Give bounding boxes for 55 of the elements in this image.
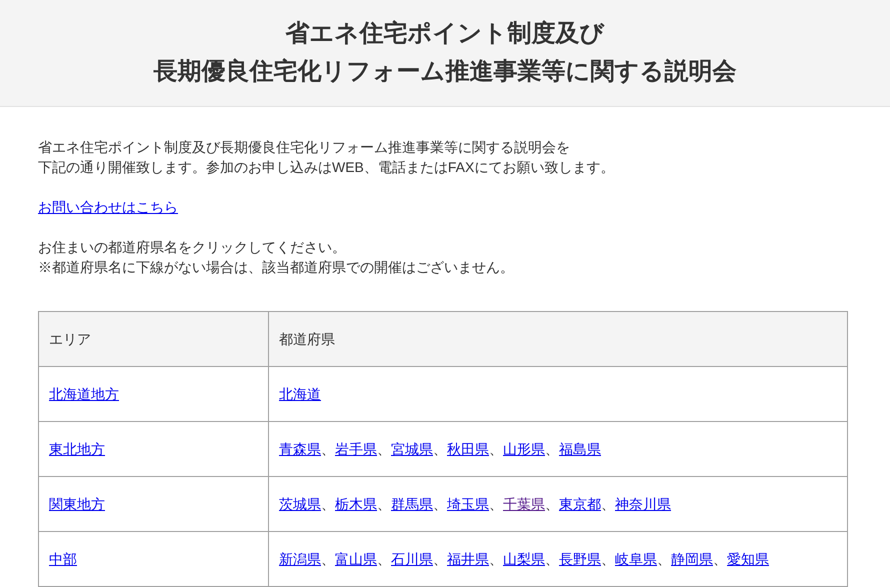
separator: 、 xyxy=(377,551,391,567)
page-title: 長期優良住宅化リフォーム推進事業等に関する説明会 xyxy=(154,57,736,87)
prefecture-link[interactable]: 福島県 xyxy=(559,441,601,457)
separator: 、 xyxy=(601,551,615,567)
area-link[interactable]: 関東地方 xyxy=(49,496,105,512)
prefecture-link[interactable]: 群馬県 xyxy=(391,496,433,512)
separator: 、 xyxy=(489,441,503,457)
prefecture-link[interactable]: 宮城県 xyxy=(391,441,433,457)
prefecture-link[interactable]: 石川県 xyxy=(391,551,433,567)
separator: 、 xyxy=(545,441,559,457)
prefecture-link[interactable]: 秋田県 xyxy=(447,441,489,457)
intro-text: 下記の通り開催致します。参加のお申し込みはWEB、電話またはFAXにてお願い致します。 xyxy=(38,158,616,177)
prefecture-link[interactable]: 山形県 xyxy=(503,441,545,457)
prefecture-link[interactable]: 神奈川県 xyxy=(615,496,671,512)
separator: 、 xyxy=(433,496,447,512)
prefecture-link[interactable]: 山梨県 xyxy=(503,551,545,567)
separator: 、 xyxy=(377,441,391,457)
page-title: 省エネ住宅ポイント制度及び xyxy=(286,19,604,49)
separator: 、 xyxy=(545,551,559,567)
separator: 、 xyxy=(321,496,335,512)
prefecture-link[interactable]: 青森県 xyxy=(279,441,321,457)
contact-link[interactable]: お問い合わせはこちら xyxy=(38,199,178,215)
area-link[interactable]: 東北地方 xyxy=(49,441,105,457)
separator: 、 xyxy=(433,551,447,567)
separator: 、 xyxy=(489,551,503,567)
separator: 、 xyxy=(601,496,615,512)
area-link[interactable]: 中部 xyxy=(49,551,77,567)
prefecture-link[interactable]: 埼玉県 xyxy=(447,496,489,512)
prefecture-link[interactable]: 長野県 xyxy=(559,551,601,567)
prefecture-link[interactable]: 新潟県 xyxy=(279,551,321,567)
column-header: エリア xyxy=(38,312,268,366)
column-header: 都道府県 xyxy=(268,312,848,366)
separator: 、 xyxy=(545,496,559,512)
separator: 、 xyxy=(321,551,335,567)
prefecture-link[interactable]: 栃木県 xyxy=(335,496,377,512)
separator: 、 xyxy=(489,496,503,512)
intro-text: 省エネ住宅ポイント制度及び長期優良住宅化リフォーム推進事業等に関する説明会を xyxy=(38,138,571,157)
separator: 、 xyxy=(433,441,447,457)
separator: 、 xyxy=(713,551,727,567)
prefecture-link[interactable]: 静岡県 xyxy=(671,551,713,567)
prefecture-link[interactable]: 東京都 xyxy=(559,496,601,512)
separator: 、 xyxy=(321,441,335,457)
prefecture-link[interactable]: 茨城県 xyxy=(279,496,321,512)
prefecture-link[interactable]: 福井県 xyxy=(447,551,489,567)
separator: 、 xyxy=(377,496,391,512)
area-link[interactable]: 北海道地方 xyxy=(49,386,119,402)
prefecture-link[interactable]: 富山県 xyxy=(335,551,377,567)
instruction-text: お住まいの都道府県名をクリックしてください。 xyxy=(38,238,347,257)
separator: 、 xyxy=(657,551,671,567)
prefecture-link[interactable]: 北海道 xyxy=(279,386,321,402)
prefecture-link[interactable]: 千葉県 xyxy=(503,496,545,512)
prefecture-link[interactable]: 愛知県 xyxy=(727,551,769,567)
prefecture-link[interactable]: 岩手県 xyxy=(335,441,377,457)
prefecture-link[interactable]: 岐阜県 xyxy=(615,551,657,567)
instruction-text: ※都道府県名に下線がない場合は、該当都道府県での開催はございません。 xyxy=(38,258,515,277)
